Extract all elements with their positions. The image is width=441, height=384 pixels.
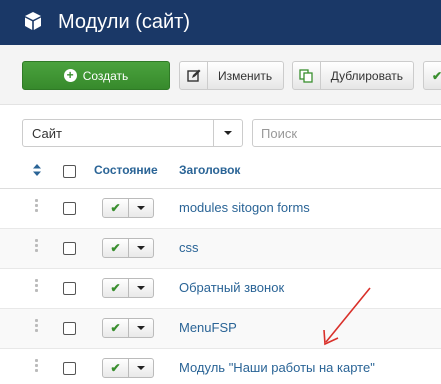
chevron-down-icon xyxy=(213,120,242,146)
published-check-icon[interactable]: ✔ xyxy=(103,199,129,217)
module-title-link[interactable]: css xyxy=(179,240,199,255)
table-header: Состояние Заголовок xyxy=(0,153,441,189)
edit-button-label: Изменить xyxy=(218,68,273,83)
column-state[interactable]: Состояние xyxy=(94,163,158,177)
app-header: Модули (сайт) xyxy=(0,0,441,45)
state-toggle[interactable]: ✔ xyxy=(102,318,154,338)
published-check-icon[interactable]: ✔ xyxy=(103,239,129,257)
chevron-down-icon[interactable] xyxy=(129,319,153,337)
chevron-down-icon[interactable] xyxy=(129,359,153,377)
column-title[interactable]: Заголовок xyxy=(179,163,240,177)
row-checkbox[interactable] xyxy=(63,202,76,215)
state-toggle[interactable]: ✔ xyxy=(102,358,154,378)
red-arrow-annotation xyxy=(323,287,371,346)
create-button[interactable]: + Создать xyxy=(22,61,170,90)
publish-button[interactable]: ✔ xyxy=(423,61,441,90)
cube-icon xyxy=(25,12,41,30)
table-row: ✔ modules sitogon forms xyxy=(0,189,441,229)
row-checkbox[interactable] xyxy=(63,362,76,375)
select-all-checkbox[interactable] xyxy=(63,165,76,178)
module-title-link[interactable]: MenuFSP xyxy=(179,320,237,335)
row-checkbox[interactable] xyxy=(63,242,76,255)
module-title-link[interactable]: Модуль "Наши работы на карте" xyxy=(179,360,375,375)
create-button-label: Создать xyxy=(82,68,129,83)
toolbar: + Создать Изменить Дублировать ✔ xyxy=(0,45,441,105)
drag-handle-icon[interactable] xyxy=(35,239,39,253)
chevron-down-icon[interactable] xyxy=(129,239,153,257)
drag-handle-icon[interactable] xyxy=(35,199,39,213)
module-title-link[interactable]: Обратный звонок xyxy=(179,280,284,295)
drag-handle-icon[interactable] xyxy=(35,279,39,293)
chevron-down-icon[interactable] xyxy=(129,199,153,217)
state-toggle[interactable]: ✔ xyxy=(102,238,154,258)
sort-icon[interactable] xyxy=(32,163,42,177)
site-filter-select[interactable]: Сайт xyxy=(22,119,243,147)
published-check-icon[interactable]: ✔ xyxy=(103,319,129,337)
table-row: ✔ css xyxy=(0,229,441,269)
row-checkbox[interactable] xyxy=(63,322,76,335)
drag-handle-icon[interactable] xyxy=(35,319,39,333)
check-icon: ✔ xyxy=(432,68,441,83)
edit-icon xyxy=(180,62,208,89)
state-toggle[interactable]: ✔ xyxy=(102,198,154,218)
module-title-link[interactable]: modules sitogon forms xyxy=(179,200,310,215)
page-title: Модули (сайт) xyxy=(58,11,190,33)
search-input[interactable] xyxy=(252,119,441,147)
duplicate-button[interactable]: Дублировать xyxy=(292,61,414,90)
copy-icon xyxy=(293,62,321,89)
plus-circle-icon: + xyxy=(63,69,77,82)
edit-button[interactable]: Изменить xyxy=(179,61,284,90)
row-checkbox[interactable] xyxy=(63,282,76,295)
duplicate-button-label: Дублировать xyxy=(330,68,403,83)
published-check-icon[interactable]: ✔ xyxy=(103,279,129,297)
table-row: ✔ Модуль "Наши работы на карте" xyxy=(0,349,441,384)
site-filter-value: Сайт xyxy=(32,126,62,141)
published-check-icon[interactable]: ✔ xyxy=(103,359,129,377)
state-toggle[interactable]: ✔ xyxy=(102,278,154,298)
chevron-down-icon[interactable] xyxy=(129,279,153,297)
drag-handle-icon[interactable] xyxy=(35,359,39,373)
